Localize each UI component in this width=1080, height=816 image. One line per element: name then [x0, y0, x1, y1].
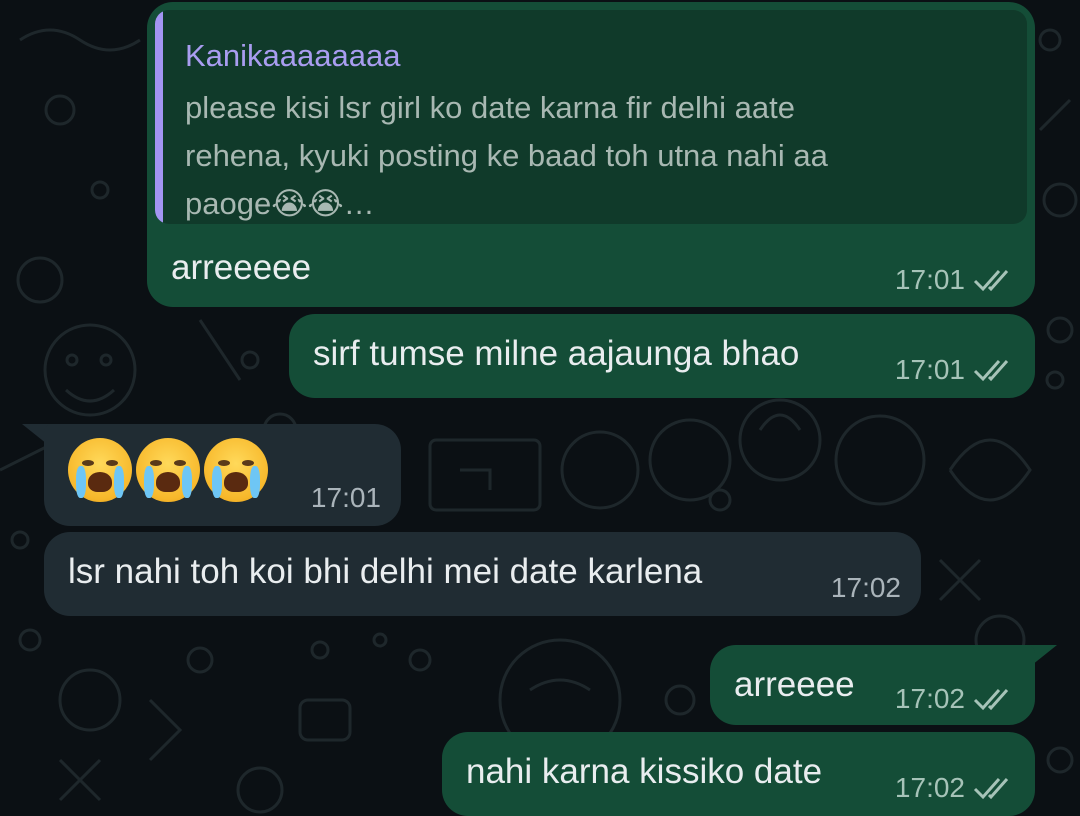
loudly-crying-face-icon	[136, 438, 200, 502]
double-check-icon	[973, 689, 1009, 711]
message-time: 17:01	[894, 354, 965, 385]
message-time: 17:02	[894, 772, 965, 803]
message-bubble-incoming[interactable]: lsr nahi toh koi bhi delhi mei date karl…	[44, 532, 921, 616]
message-bubble-outgoing[interactable]: arreeee 17:02	[710, 645, 1035, 725]
message-bubble-outgoing[interactable]: sirf tumse milne aajaunga bhao 17:01	[289, 314, 1035, 398]
loudly-crying-face-icon	[68, 438, 132, 502]
message-bubble-incoming[interactable]: 17:01	[44, 424, 401, 526]
message-text: sirf tumse milne aajaunga bhao	[313, 334, 800, 373]
message-text: arreeee	[734, 665, 855, 704]
message-time: 17:02	[830, 572, 901, 603]
quote-author: Kanikaaaaaaaa	[185, 38, 401, 73]
quote-accent-bar	[155, 10, 163, 224]
message-meta: 17:01	[895, 354, 1015, 386]
message-meta: 17:01	[895, 264, 1015, 296]
reply-quote[interactable]: Kanikaaaaaaaa please kisi lsr girl ko da…	[155, 10, 1027, 224]
quote-text: please kisi lsr girl ko date karna fir d…	[185, 90, 828, 221]
emoji-row	[68, 438, 268, 502]
message-time: 17:01	[310, 482, 381, 513]
message-meta: 17:02	[831, 572, 901, 604]
double-check-icon	[973, 778, 1009, 800]
message-bubble-outgoing[interactable]: Kanikaaaaaaaa please kisi lsr girl ko da…	[147, 2, 1035, 307]
message-text: arreeeee	[171, 248, 312, 287]
message-meta: 17:02	[895, 772, 1015, 804]
message-text: nahi karna kissiko date	[466, 752, 823, 791]
loudly-crying-face-icon	[204, 438, 268, 502]
message-text: lsr nahi toh koi bhi delhi mei date karl…	[68, 552, 703, 591]
message-bubble-outgoing[interactable]: nahi karna kissiko date 17:02	[442, 732, 1035, 816]
message-time: 17:01	[894, 264, 965, 295]
message-time: 17:02	[894, 683, 965, 714]
message-meta: 17:02	[895, 683, 1015, 715]
message-meta: 17:01	[311, 482, 381, 514]
double-check-icon	[973, 360, 1009, 382]
double-check-icon	[973, 270, 1009, 292]
